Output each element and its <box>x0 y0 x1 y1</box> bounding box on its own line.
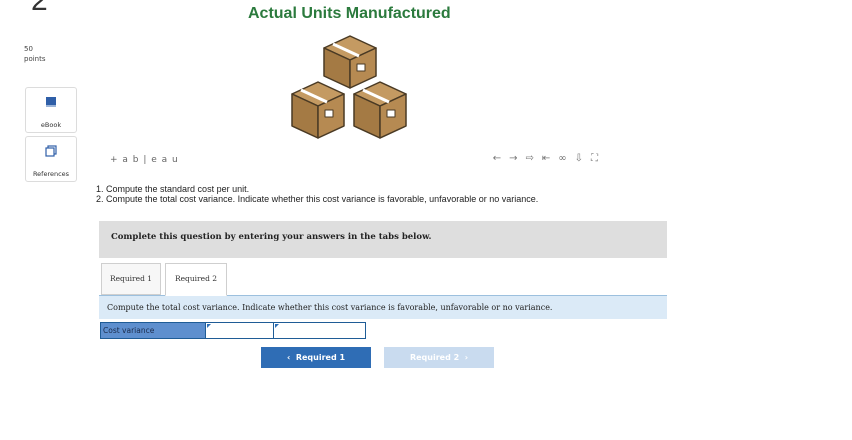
cost-variance-status-select[interactable] <box>273 323 365 338</box>
tableau-toolbar: + a b | e a u ←→⇨⇤∞⇩⛶ <box>96 152 608 172</box>
references-icon <box>45 145 57 157</box>
tab-prompt: Compute the total cost variance. Indicat… <box>99 295 667 319</box>
revert-icon[interactable]: ⇨ <box>525 153 541 164</box>
prev-required-button[interactable]: ‹ Required 1 <box>261 347 371 368</box>
references-label: References <box>32 170 70 178</box>
next-required-button[interactable]: Required 2 › <box>384 347 494 368</box>
cost-variance-row: Cost variance <box>100 322 366 339</box>
tab-required-2[interactable]: Required 2 <box>165 263 227 296</box>
points-value: 50 <box>24 45 33 53</box>
redo-icon[interactable]: → <box>509 153 525 164</box>
share-icon[interactable]: ∞ <box>558 153 574 164</box>
prompt-text: Compute the total cost variance. Indicat… <box>107 303 553 312</box>
viz-title: Actual Units Manufactured <box>248 5 451 22</box>
banner-text: Complete this question by entering your … <box>111 232 432 242</box>
fullscreen-icon[interactable]: ⛶ <box>591 153 606 164</box>
undo-icon[interactable]: ← <box>493 153 509 164</box>
question-banner: Complete this question by entering your … <box>99 221 667 258</box>
instructions: 1. Compute the standard cost per unit. 2… <box>96 184 538 204</box>
ebook-button[interactable]: eBook <box>25 87 77 133</box>
book-icon <box>46 97 56 107</box>
points-label: points <box>24 55 46 63</box>
points-info: 50 points <box>24 44 46 64</box>
tableau-logo: + a b | e a u <box>110 155 179 165</box>
next-button-label: Required 2 <box>409 353 460 362</box>
question-number: 2 <box>31 0 48 17</box>
ebook-label: eBook <box>40 121 62 129</box>
prev-button-label: Required 1 <box>295 353 346 362</box>
chevron-left-icon: ‹ <box>286 353 296 362</box>
toolbar-icons: ←→⇨⇤∞⇩⛶ <box>493 153 606 164</box>
cost-variance-label: Cost variance <box>101 323 205 338</box>
pause-icon[interactable]: ⇤ <box>542 153 558 164</box>
references-button[interactable]: References <box>25 136 77 182</box>
boxes-icon <box>291 35 407 139</box>
tab-required-1[interactable]: Required 1 <box>101 263 161 295</box>
instruction-line-2: 2. Compute the total cost variance. Indi… <box>96 194 539 204</box>
chevron-right-icon: › <box>459 353 469 362</box>
instruction-line-1: 1. Compute the standard cost per unit. <box>96 184 250 194</box>
cost-variance-amount-input[interactable] <box>205 323 273 338</box>
download-icon[interactable]: ⇩ <box>575 153 591 164</box>
